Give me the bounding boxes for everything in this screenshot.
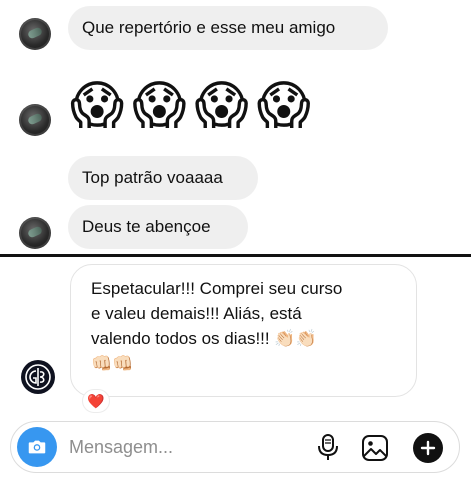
- screaming-face-emoji: 😱: [194, 76, 249, 136]
- image-gallery-icon: [362, 435, 388, 461]
- message-bubble[interactable]: Espetacular!!! Comprei seu curso e valeu…: [70, 264, 417, 397]
- message-line: 👊🏻👊🏻: [91, 354, 134, 373]
- message-text: Top patrão voaaaa: [82, 168, 223, 187]
- emoji-message[interactable]: 😱 😱 😱 😱: [70, 76, 311, 136]
- screaming-face-emoji: 😱: [70, 76, 125, 136]
- message-line: e valeu demais!!! Aliás, está: [91, 304, 302, 323]
- sender-avatar[interactable]: [19, 104, 51, 136]
- message-bubble[interactable]: Deus te abençoe: [68, 205, 248, 249]
- plus-icon: [420, 440, 436, 456]
- sender-avatar[interactable]: [21, 360, 55, 394]
- sender-avatar[interactable]: [19, 18, 51, 50]
- gs-logo-icon: [25, 364, 51, 390]
- message-composer[interactable]: Mensagem...: [10, 421, 460, 473]
- message-line: Espetacular!!! Comprei seu curso: [91, 279, 343, 298]
- message-input[interactable]: Mensagem...: [69, 437, 173, 458]
- add-button[interactable]: [413, 433, 443, 463]
- screenshot-divider: [0, 254, 471, 257]
- message-line: valendo todos os dias!!! 👏🏻👏🏻: [91, 329, 317, 348]
- heart-reaction-icon: ❤️: [87, 392, 105, 409]
- message-bubble[interactable]: Top patrão voaaaa: [68, 156, 258, 200]
- screaming-face-emoji: 😱: [256, 76, 311, 136]
- message-bubble[interactable]: Que repertório e esse meu amigo: [68, 6, 388, 50]
- sender-avatar[interactable]: [19, 217, 51, 249]
- camera-button[interactable]: [17, 427, 57, 467]
- gallery-button[interactable]: [361, 434, 389, 467]
- screaming-face-emoji: 😱: [132, 76, 187, 136]
- microphone-button[interactable]: [317, 434, 339, 467]
- message-text: Que repertório e esse meu amigo: [82, 18, 336, 37]
- microphone-icon: [318, 434, 338, 460]
- message-text: Deus te abençoe: [82, 217, 211, 236]
- reaction-badge[interactable]: ❤️: [82, 389, 110, 413]
- camera-icon: [28, 440, 46, 454]
